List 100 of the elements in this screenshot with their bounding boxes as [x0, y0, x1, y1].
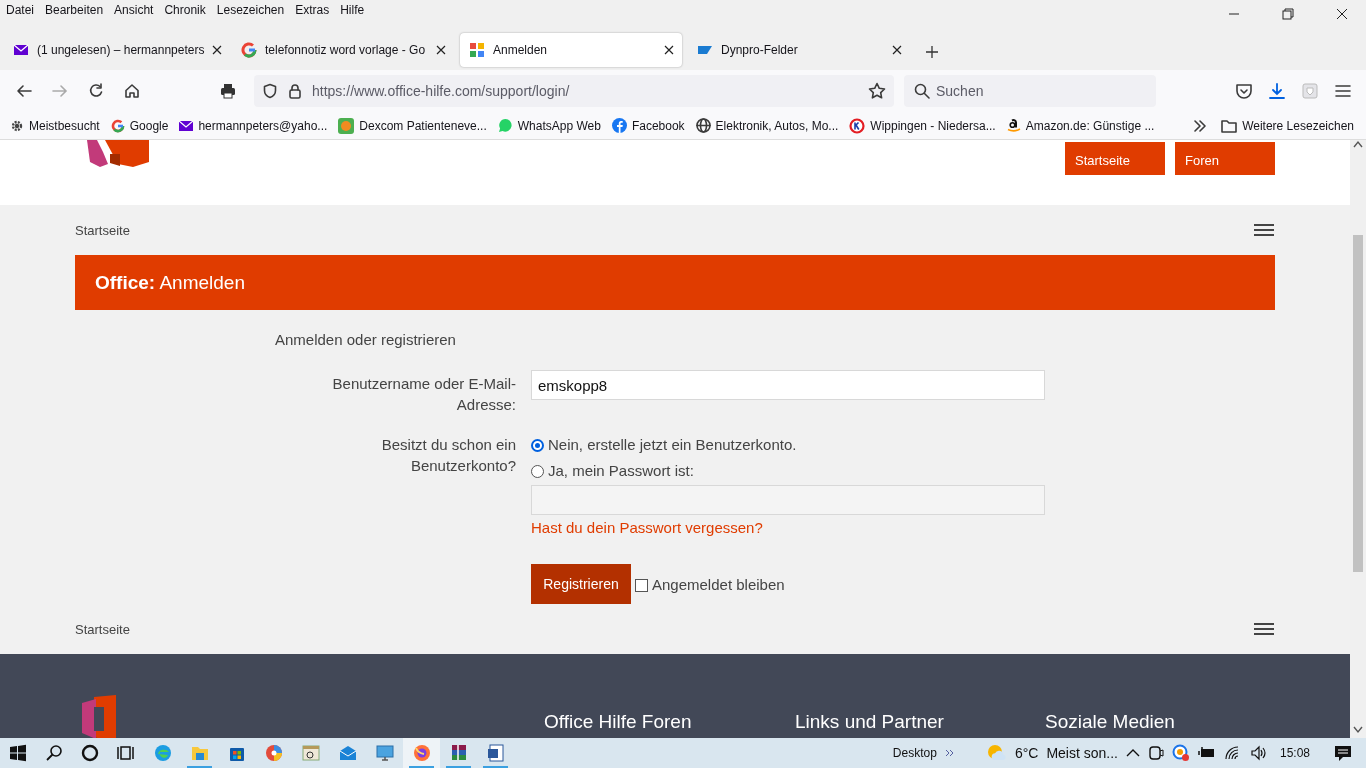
ring-icon	[110, 118, 125, 133]
gear-icon	[10, 118, 24, 133]
window-panes-icon[interactable]	[9, 744, 27, 762]
caret-up-icon[interactable]	[1125, 748, 1140, 758]
envelope-icon	[337, 743, 358, 763]
bookmark-item[interactable]: WhatsApp Web	[497, 118, 601, 133]
radio-button[interactable]	[531, 439, 544, 452]
temperature-text[interactable]: 6°C	[1014, 745, 1039, 761]
logo-icon	[85, 140, 151, 167]
bookmark-item[interactable]: Elektronik, Autos, Mo...	[695, 118, 839, 133]
arrow-up-icon[interactable]	[1353, 140, 1363, 148]
menu-item[interactable]: Extras	[289, 0, 335, 17]
search-icon	[914, 83, 930, 99]
scanner-icon	[300, 743, 321, 763]
print-icon[interactable]	[220, 83, 236, 99]
search-icon[interactable]	[45, 744, 63, 762]
download-icon[interactable]	[1268, 82, 1286, 100]
notification-icon[interactable]	[1334, 744, 1352, 762]
browser-icon	[152, 743, 173, 763]
menu-item[interactable]: Datei	[0, 0, 39, 17]
nav-button[interactable]: Startseite	[1065, 142, 1165, 175]
breadcrumb-link[interactable]: Startseite	[75, 222, 130, 238]
address-bar[interactable]: https://www.office-hilfe.com/support/login/	[254, 75, 894, 107]
field-label: Besitzt du schon ein Benutzerkonto?	[380, 435, 516, 476]
chat-bubble-icon	[497, 118, 513, 133]
checkbox[interactable]	[635, 578, 648, 592]
field-label: Benutzername oder E-Mail-Adresse:	[331, 374, 516, 415]
bookmark-item[interactable]: Meistbesucht	[10, 118, 100, 133]
close-icon[interactable]	[436, 45, 446, 55]
squares-icon	[469, 42, 485, 58]
camera-icon[interactable]	[1147, 744, 1164, 762]
home-icon[interactable]	[124, 83, 140, 99]
taskbar-button[interactable]	[403, 738, 440, 768]
toolbar-label[interactable]: Desktop	[892, 746, 937, 760]
menu-icon[interactable]	[1334, 82, 1352, 100]
pocket-icon[interactable]	[1235, 82, 1253, 100]
speaker-icon[interactable]	[1249, 745, 1268, 761]
menu-item[interactable]: Hilfe	[334, 0, 370, 17]
chevrons-icon[interactable]	[1193, 119, 1208, 132]
globe-icon	[695, 118, 711, 133]
shield-icon	[262, 83, 278, 99]
browser-tab[interactable]: Anmelden	[460, 33, 682, 67]
menu-icon[interactable]	[1253, 223, 1275, 237]
ring-icon	[849, 117, 866, 134]
circle-icon[interactable]	[81, 744, 99, 762]
nav-button[interactable]: Foren	[1175, 142, 1275, 175]
bookmark-folder[interactable]: Weitere Lesezeichen	[1221, 118, 1354, 133]
menu-item[interactable]: Bearbeiten	[39, 0, 109, 17]
browser-tab[interactable]: (1 ungelesen) – hermannpeters	[4, 33, 226, 67]
bookmark-item[interactable]: hermannpeters@yaho...	[179, 118, 328, 133]
ring-icon	[241, 42, 257, 58]
folder-icon	[1221, 118, 1238, 133]
username-field[interactable]: emskopp8	[531, 370, 1045, 400]
radio-label[interactable]: Nein, erstelle jetzt ein Benutzerkonto.	[548, 435, 797, 453]
clock-time[interactable]: 15:08	[1279, 746, 1310, 760]
menu-item[interactable]: Ansicht	[108, 0, 159, 17]
register-button[interactable]: Registrieren	[531, 564, 631, 604]
restore-icon[interactable]	[1282, 8, 1294, 20]
back-icon[interactable]	[16, 83, 32, 99]
circle-square-icon	[338, 117, 355, 134]
bookmark-item[interactable]: Facebook	[611, 118, 685, 133]
task-view-icon[interactable]	[117, 744, 135, 762]
star-icon[interactable]	[868, 82, 886, 100]
arrow-down-icon[interactable]	[1353, 726, 1363, 734]
page-title: Office: Anmelden	[95, 271, 245, 294]
close-icon[interactable]	[1336, 8, 1348, 20]
checkbox-label[interactable]: Angemeldet bleiben	[652, 575, 785, 593]
weather-text[interactable]: Meist son...	[1046, 745, 1118, 761]
footer-heading: Office Hilfe Foren	[544, 710, 693, 734]
radio-button[interactable]	[531, 465, 544, 478]
status-icon[interactable]	[1171, 744, 1190, 762]
scrollbar-thumb[interactable]	[1353, 235, 1363, 572]
menu-item[interactable]: Chronik	[158, 0, 211, 17]
password-field[interactable]	[531, 485, 1045, 515]
battery-icon[interactable]	[1197, 746, 1216, 760]
new-tab-icon[interactable]	[926, 46, 938, 58]
browser-tab[interactable]: Dynpro-Felder	[688, 33, 910, 67]
search-field[interactable]: Suchen	[904, 75, 1156, 107]
bookmark-item[interactable]: Wippingen - Niedersa...	[849, 117, 996, 134]
menu-icon[interactable]	[1253, 622, 1275, 636]
envelope-icon	[13, 42, 29, 58]
bookmark-item[interactable]: Amazon.de: Günstige ...	[1006, 118, 1155, 133]
chevron-icon[interactable]	[944, 749, 955, 757]
radio-label[interactable]: Ja, mein Passwort ist:	[548, 461, 694, 479]
scrollbar[interactable]	[1350, 140, 1366, 738]
reload-icon[interactable]	[88, 83, 104, 99]
document-icon	[485, 743, 506, 763]
lock-icon	[288, 83, 302, 99]
close-icon[interactable]	[892, 45, 902, 55]
breadcrumb-link[interactable]: Startseite	[75, 621, 130, 637]
bookmark-item[interactable]: Dexcom Patienteneve...	[338, 117, 487, 134]
close-icon[interactable]	[664, 45, 674, 55]
smile-icon	[1006, 118, 1021, 133]
monitor-icon	[374, 743, 395, 763]
form-heading: Anmelden oder registrieren	[275, 331, 457, 348]
bookmark-item[interactable]: Google	[110, 118, 169, 133]
close-icon[interactable]	[212, 45, 223, 55]
forgot-password-link[interactable]: Hast du dein Passwort vergessen?	[531, 519, 1045, 536]
browser-tab[interactable]: telefonnotiz word vorlage - Go	[232, 33, 454, 67]
menu-item[interactable]: Lesezeichen	[210, 0, 290, 17]
